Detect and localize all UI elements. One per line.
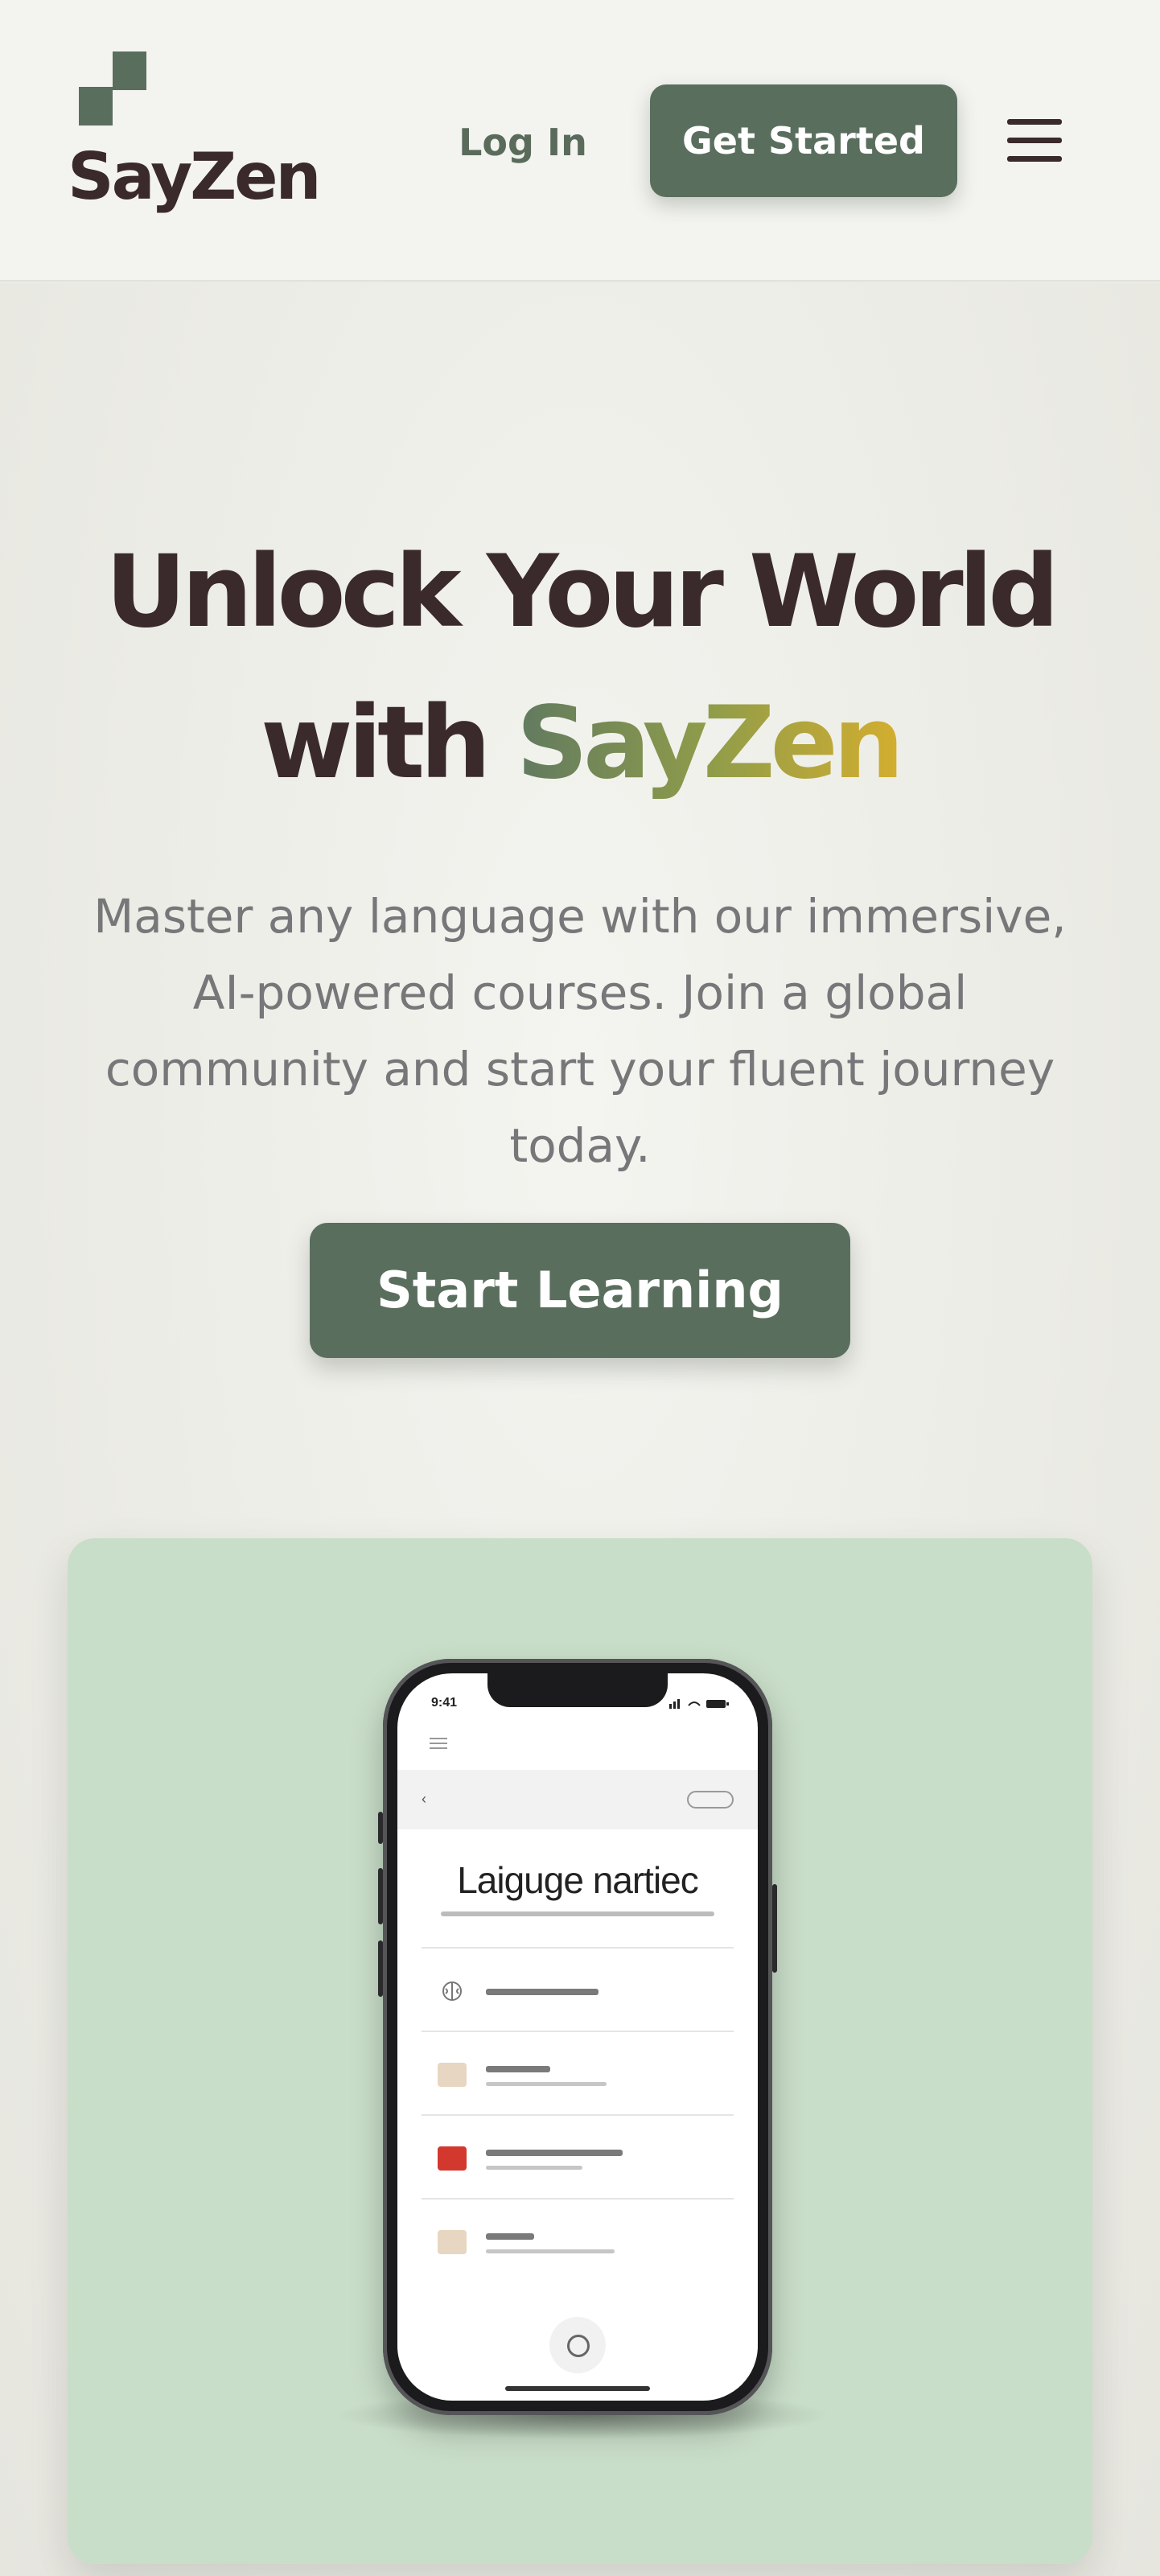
flag-icon	[438, 2146, 467, 2171]
phone-illustration-card: 9:41 ‹ Laiguge nartiec	[68, 1538, 1092, 2564]
app-list-item	[422, 2198, 734, 2282]
hero-title: Unlock Your World with SayZen	[0, 516, 1160, 819]
start-learning-button[interactable]: Start Learning	[310, 1223, 850, 1358]
app-list-item	[422, 1947, 734, 2031]
app-menu-icon	[430, 1738, 447, 1752]
app-back-icon: ‹	[422, 1791, 426, 1807]
app-list-item	[422, 2031, 734, 2114]
hero-title-brand: SayZen	[516, 685, 904, 801]
site-header: SayZen Log In Get Started	[0, 0, 1160, 282]
target-icon	[438, 2230, 467, 2254]
brain-icon	[442, 1981, 462, 2001]
get-started-button[interactable]: Get Started	[650, 84, 957, 197]
hero-section: Unlock Your World with SayZen Master any…	[0, 283, 1160, 2576]
hero-title-line1: Unlock Your World	[105, 534, 1059, 650]
logo-mark-icon	[79, 51, 146, 126]
hero-title-with: with	[260, 685, 492, 801]
status-icons	[669, 1699, 729, 1709]
hero-subtitle: Master any language with our immersive, …	[93, 889, 1067, 1173]
app-screen-title: Laiguge nartiec	[457, 1859, 699, 1901]
phone-screen: 9:41 ‹ Laiguge nartiec	[397, 1673, 758, 2401]
brand-name: SayZen	[68, 139, 322, 214]
login-link[interactable]: Log In	[450, 114, 595, 171]
hamburger-icon[interactable]	[1002, 113, 1067, 169]
status-time: 9:41	[431, 1696, 458, 1710]
phone-mockup: 9:41 ‹ Laiguge nartiec	[378, 1659, 777, 2415]
app-list-item	[422, 2114, 734, 2198]
app-home-button	[549, 2317, 606, 2373]
lesson-icon	[438, 2063, 467, 2087]
brand-logo[interactable]: SayZen	[68, 50, 322, 227]
app-toggle	[687, 1791, 734, 1809]
